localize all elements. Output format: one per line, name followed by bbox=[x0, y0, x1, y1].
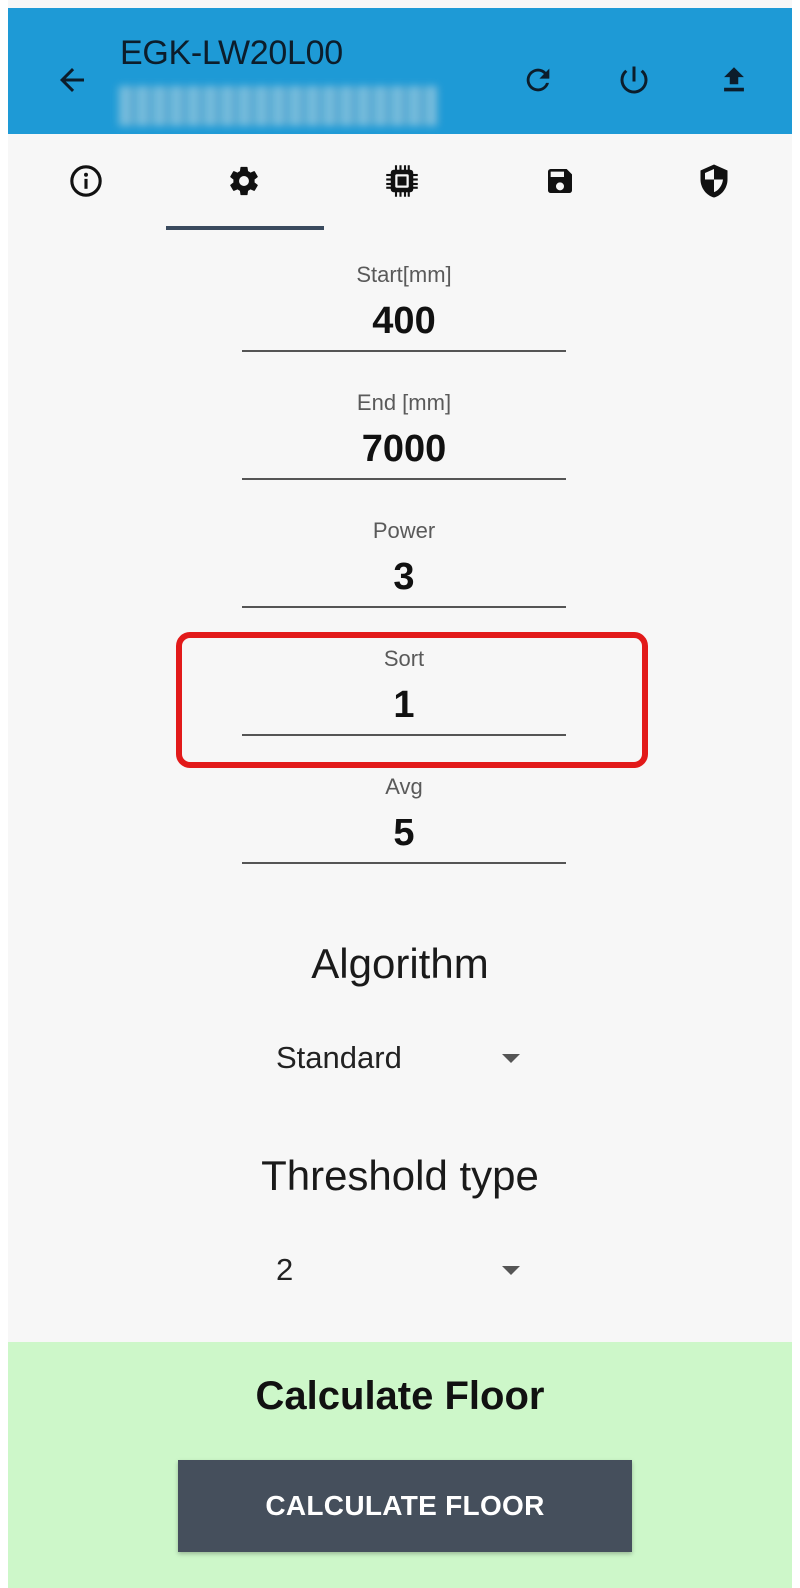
end-field[interactable]: End [mm] 7000 bbox=[242, 390, 566, 480]
tab-save[interactable] bbox=[482, 134, 638, 232]
end-value[interactable]: 7000 bbox=[242, 420, 566, 478]
device-title: EGK-LW20L00 bbox=[120, 34, 343, 72]
shield-icon bbox=[700, 164, 728, 198]
tab-hardware[interactable] bbox=[324, 134, 480, 232]
chevron-down-icon bbox=[502, 1054, 520, 1063]
avg-value[interactable]: 5 bbox=[242, 804, 566, 862]
chip-icon bbox=[386, 165, 418, 197]
algorithm-title: Algorithm bbox=[311, 940, 489, 987]
power-underline bbox=[242, 606, 566, 608]
back-button[interactable] bbox=[48, 56, 96, 104]
refresh-button[interactable] bbox=[514, 56, 562, 104]
power-icon bbox=[620, 66, 648, 94]
chevron-down-icon bbox=[502, 1266, 520, 1275]
algorithm-selected: Standard bbox=[276, 1040, 402, 1075]
tab-settings[interactable] bbox=[166, 134, 322, 232]
app-bar: EGK-LW20L00 bbox=[8, 8, 792, 134]
threshold-type-dropdown[interactable]: 2 bbox=[276, 1240, 526, 1300]
arrow-left-icon bbox=[60, 68, 84, 92]
tab-info[interactable] bbox=[8, 134, 164, 232]
start-field[interactable]: Start[mm] 400 bbox=[242, 262, 566, 352]
tab-security[interactable] bbox=[636, 134, 792, 232]
threshold-type-title: Threshold type bbox=[261, 1152, 539, 1199]
save-icon bbox=[548, 169, 572, 193]
threshold-type-selected: 2 bbox=[276, 1252, 294, 1287]
avg-field[interactable]: Avg 5 bbox=[242, 774, 566, 864]
power-field[interactable]: Power 3 bbox=[242, 518, 566, 608]
refresh-icon bbox=[526, 68, 550, 92]
start-value[interactable]: 400 bbox=[242, 292, 566, 350]
upload-icon bbox=[724, 67, 744, 92]
algorithm-dropdown[interactable]: Standard bbox=[276, 1028, 526, 1088]
power-value[interactable]: 3 bbox=[242, 548, 566, 606]
calculate-floor-panel: Calculate Floor CALCULATE FLOOR bbox=[8, 1342, 792, 1588]
device-subtitle-redacted bbox=[118, 86, 438, 126]
gear-icon bbox=[230, 166, 258, 196]
tab-bar bbox=[8, 134, 792, 232]
power-button[interactable] bbox=[610, 56, 658, 104]
sort-highlight-box bbox=[176, 632, 648, 768]
upload-button[interactable] bbox=[710, 56, 758, 104]
selected-tab-indicator bbox=[166, 226, 324, 230]
start-label: Start[mm] bbox=[356, 262, 452, 287]
start-underline bbox=[242, 350, 566, 352]
avg-label: Avg bbox=[385, 774, 423, 799]
avg-underline bbox=[242, 862, 566, 864]
info-icon bbox=[70, 165, 102, 197]
end-underline bbox=[242, 478, 566, 480]
end-label: End [mm] bbox=[356, 390, 452, 415]
app-screen: EGK-LW20L00 Start[mm] 400 End [mm] 7000 … bbox=[8, 0, 792, 1588]
calculate-floor-heading: Calculate Floor bbox=[255, 1374, 545, 1418]
power-label: Power bbox=[372, 518, 436, 543]
calculate-floor-button[interactable]: CALCULATE FLOOR bbox=[178, 1460, 632, 1552]
